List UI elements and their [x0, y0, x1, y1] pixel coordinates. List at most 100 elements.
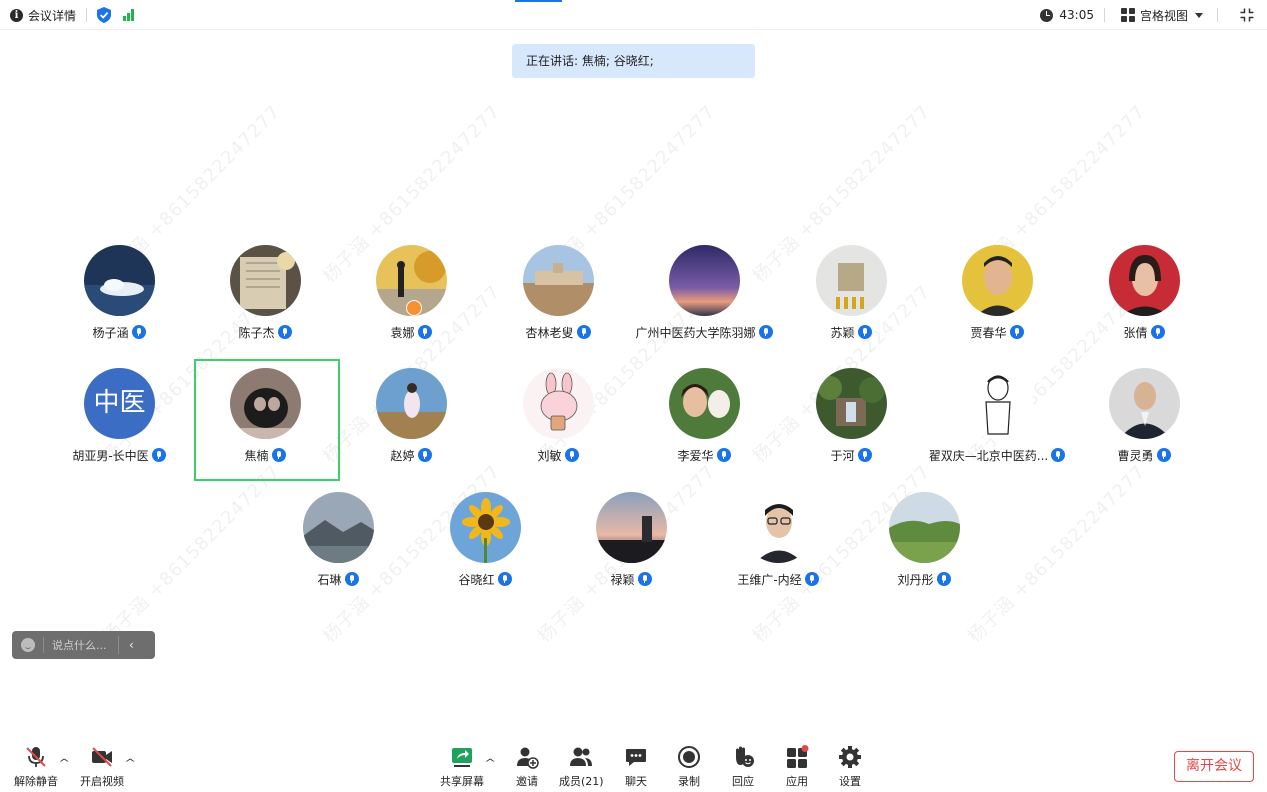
participant-name: 石琳 — [317, 572, 342, 587]
mic-icon — [277, 325, 292, 339]
chevron-up-icon[interactable]: ^ — [124, 758, 136, 769]
mic-icon — [637, 572, 652, 586]
participant-tile[interactable]: 陈子杰 — [192, 237, 338, 357]
apps-grid-icon — [787, 745, 809, 768]
invite-button[interactable]: 邀请 — [515, 745, 539, 789]
shield-icon[interactable] — [97, 7, 112, 23]
avatar — [816, 245, 887, 316]
avatar — [1109, 245, 1180, 316]
members-button[interactable]: 成员(21) — [559, 745, 604, 789]
record-icon — [678, 746, 700, 768]
mic-icon — [497, 572, 512, 586]
chevron-left-icon[interactable]: ‹ — [129, 638, 134, 652]
reactions-button[interactable]: 回应 — [731, 745, 755, 789]
meeting-details-label[interactable]: 会议详情 — [28, 7, 76, 24]
participant-tile[interactable]: 赵婷 — [338, 360, 484, 480]
chat-label: 聊天 — [625, 775, 647, 788]
participant-tile[interactable]: 苏颖 — [778, 237, 924, 357]
mic-icon — [564, 448, 579, 462]
members-icon — [570, 747, 593, 766]
participant-tile[interactable]: 贾春华 — [924, 237, 1070, 357]
avatar — [669, 245, 740, 316]
avatar — [743, 492, 814, 563]
participant-tile[interactable]: 王维广-内经 — [705, 484, 851, 604]
top-bar: i 会议详情 43:05 宫格视图 — [0, 0, 1267, 30]
apps-button[interactable]: 应用 — [785, 745, 809, 789]
divider — [1217, 8, 1218, 22]
participant-tile[interactable]: 刘丹彤 — [851, 484, 997, 604]
participant-name: 张倩 — [1123, 325, 1148, 340]
unmute-button[interactable]: 解除静音 — [14, 745, 58, 789]
participant-name: 王维广-内经 — [737, 572, 802, 587]
chevron-down-icon — [1195, 12, 1203, 18]
participant-tile[interactable]: 曹灵勇 — [1071, 360, 1217, 480]
clock-icon — [1040, 8, 1054, 22]
chat-quick-input[interactable]: 说点什么... ‹ — [12, 631, 155, 659]
participant-tile[interactable]: 广州中医药大学陈羽娜 — [631, 237, 777, 357]
settings-label: 设置 — [839, 775, 861, 788]
mic-icon — [417, 448, 432, 462]
leave-meeting-button[interactable]: 离开会议 — [1174, 751, 1254, 782]
chat-button[interactable]: 聊天 — [624, 745, 648, 789]
mic-icon — [131, 325, 146, 339]
participant-tile[interactable]: 袁娜 — [338, 237, 484, 357]
avatar — [889, 492, 960, 563]
participant-name: 刘敏 — [537, 448, 562, 463]
divider — [1103, 8, 1105, 22]
avatar — [376, 368, 447, 439]
members-label: 成员(21) — [559, 775, 604, 788]
avatar — [816, 368, 887, 439]
mic-icon — [417, 325, 432, 339]
participant-tile[interactable]: 杨子涵 — [46, 237, 192, 357]
raise-hand-icon — [736, 746, 754, 767]
mic-icon — [936, 572, 951, 586]
mic-icon — [857, 325, 872, 339]
start-video-label: 开启视频 — [80, 775, 124, 788]
participant-tile[interactable]: 翟双庆—北京中医药... — [924, 360, 1070, 480]
active-speaker-frame — [194, 359, 340, 481]
signal-strength-icon[interactable] — [123, 9, 135, 21]
share-screen-button[interactable]: 共享屏幕 — [440, 745, 484, 789]
avatar — [230, 245, 301, 316]
chat-placeholder[interactable]: 说点什么... — [52, 637, 118, 653]
reactions-label: 回应 — [732, 775, 754, 788]
view-mode-button[interactable]: 宫格视图 — [1115, 7, 1203, 24]
participant-name: 刘丹彤 — [897, 572, 934, 587]
participant-tile[interactable]: 禄颖 — [558, 484, 704, 604]
avatar — [669, 368, 740, 439]
participant-tile[interactable]: 石琳 — [265, 484, 411, 604]
mic-icon — [1150, 325, 1165, 339]
participant-tile[interactable]: 刘敏 — [485, 360, 631, 480]
participant-name: 赵婷 — [390, 448, 415, 463]
participant-tile[interactable]: 杏林老叟 — [485, 237, 631, 357]
avatar — [523, 245, 594, 316]
mic-icon — [344, 572, 359, 586]
info-icon[interactable]: i — [10, 8, 23, 22]
chevron-up-icon[interactable]: ^ — [58, 758, 70, 769]
participant-name: 李爱华 — [677, 448, 714, 463]
participant-tile[interactable]: 张倩 — [1071, 237, 1217, 357]
participant-name: 胡亚男-长中医 — [72, 448, 149, 463]
record-button[interactable]: 录制 — [677, 745, 701, 789]
chevron-up-icon[interactable]: ^ — [484, 758, 496, 769]
mic-icon — [804, 572, 819, 586]
mic-icon — [716, 448, 731, 462]
participant-name: 禄颖 — [610, 572, 635, 587]
avatar — [962, 245, 1033, 316]
emoji-icon[interactable] — [21, 638, 35, 652]
participant-name: 苏颖 — [830, 325, 855, 340]
exit-fullscreen-icon[interactable] — [1240, 8, 1254, 22]
grid-view-icon — [1120, 8, 1135, 22]
video-off-icon — [92, 747, 112, 767]
participant-tile[interactable]: 中医 胡亚男-长中医 — [46, 360, 192, 480]
participant-tile[interactable]: 于河 — [778, 360, 924, 480]
meeting-info-group[interactable]: i 会议详情 — [10, 6, 135, 24]
settings-button[interactable]: 设置 — [838, 745, 862, 789]
apps-label: 应用 — [786, 775, 808, 788]
unmute-label: 解除静音 — [14, 775, 58, 788]
participant-tile[interactable]: 李爱华 — [631, 360, 777, 480]
avatar — [596, 492, 667, 563]
mic-icon — [151, 448, 166, 462]
start-video-button[interactable]: 开启视频 — [80, 745, 124, 789]
participant-tile[interactable]: 谷晓红 — [412, 484, 558, 604]
